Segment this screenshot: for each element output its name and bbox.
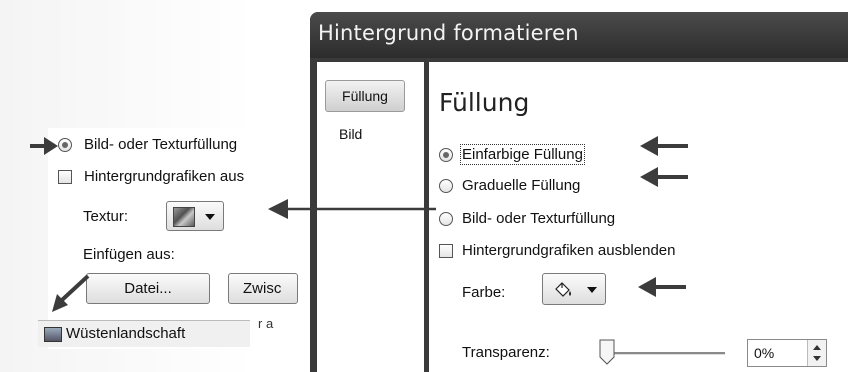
color-pointer-arrow [638, 277, 686, 297]
solid-fill-pointer-arrow [640, 136, 688, 156]
inset-radio-pointer-arrow [30, 137, 58, 155]
gradient-fill-pointer-arrow [640, 167, 688, 187]
transparency-slider-track[interactable] [605, 352, 725, 355]
inset-dropdown-pointer-arrow [52, 274, 90, 312]
spin-down-icon[interactable] [813, 356, 821, 361]
annotation-arrows [30, 136, 688, 312]
connector-arrow [268, 199, 436, 219]
